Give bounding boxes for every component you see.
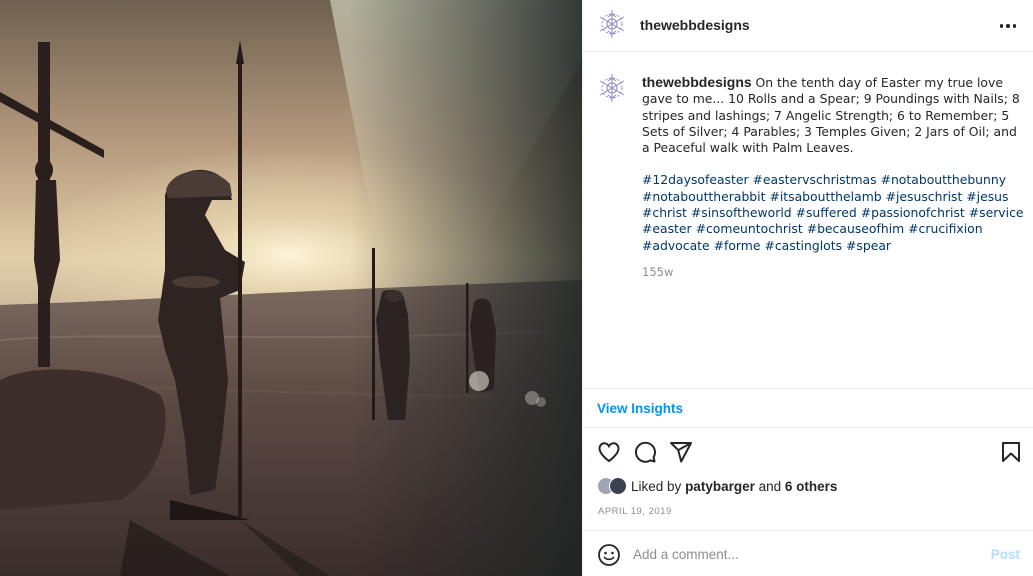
hashtag-link[interactable]: #suffered xyxy=(796,205,857,220)
hashtag-link[interactable]: #christ xyxy=(642,205,687,220)
hashtag-link[interactable]: #comeuntochrist xyxy=(696,221,803,236)
hashtag-link[interactable]: #eastervschristmas xyxy=(753,172,877,187)
hashtag-link[interactable]: #service xyxy=(969,205,1024,220)
post-age: 155w xyxy=(642,265,674,279)
avatar[interactable] xyxy=(596,8,628,40)
caption-avatar[interactable] xyxy=(596,72,628,104)
likes-text: Liked by patybarger and 6 others xyxy=(631,479,837,494)
share-icon[interactable] xyxy=(669,440,693,464)
hashtag-link[interactable]: #12daysofeaster xyxy=(642,172,749,187)
hashtag-link[interactable]: #jesuschrist xyxy=(886,189,963,204)
likes-prefix: Liked by xyxy=(631,478,682,494)
emoji-icon[interactable] xyxy=(597,543,621,567)
post-date: APRIL 19, 2019 xyxy=(598,506,672,517)
bookmark-icon[interactable] xyxy=(999,440,1023,464)
snowflake-logo-icon xyxy=(599,74,625,102)
hashtag-link[interactable]: #becauseofhim xyxy=(807,221,905,236)
hashtag-link[interactable]: #passionofchrist xyxy=(861,205,965,220)
liker-username[interactable]: patybarger xyxy=(685,479,755,494)
post-comment-button[interactable]: Post xyxy=(991,547,1020,562)
caption: thewebbdesigns On the tenth day of Easte… xyxy=(642,74,1026,254)
snowflake-logo-icon xyxy=(599,10,625,38)
hashtag-link[interactable]: #easter xyxy=(642,221,692,236)
hashtag-link[interactable]: #sinsoftheworld xyxy=(691,205,792,220)
hashtag-link[interactable]: #castinglots xyxy=(764,238,842,253)
hashtag-link[interactable]: #forme xyxy=(714,238,761,253)
caption-username[interactable]: thewebbdesigns xyxy=(642,74,752,90)
post-detail-panel: thewebbdesigns thewebbdesigns On the ten… xyxy=(582,0,1033,576)
likes-others-link[interactable]: 6 others xyxy=(785,479,838,494)
hashtag-link[interactable]: #jesus xyxy=(966,189,1008,204)
likes-summary: Liked by patybarger and 6 others xyxy=(597,475,837,497)
view-insights-link[interactable]: View Insights xyxy=(597,401,683,416)
more-options-icon[interactable] xyxy=(996,14,1020,38)
hashtag-link[interactable]: #crucifixion xyxy=(908,221,982,236)
hashtag-link[interactable]: #notaboutthebunny xyxy=(881,172,1007,187)
comment-input[interactable]: Add a comment... xyxy=(633,547,739,562)
hashtag-link[interactable]: #advocate xyxy=(642,238,710,253)
likes-and: and xyxy=(758,478,782,494)
hashtag-link[interactable]: #itsaboutthelamb xyxy=(769,189,881,204)
header-username[interactable]: thewebbdesigns xyxy=(640,17,750,33)
hashtag-list: #12daysofeaster #eastervschristmas #nota… xyxy=(642,172,1026,253)
hashtag-link[interactable]: #spear xyxy=(846,238,891,253)
action-bar xyxy=(583,432,1033,472)
post-image[interactable] xyxy=(0,0,582,576)
caption-section: thewebbdesigns On the tenth day of Easte… xyxy=(583,52,1033,388)
liker-avatar[interactable] xyxy=(609,477,627,495)
comment-icon[interactable] xyxy=(633,440,657,464)
insights-bar: View Insights xyxy=(583,388,1033,428)
hashtag-link[interactable]: #notabouttherabbit xyxy=(642,189,765,204)
comment-box: Add a comment... Post xyxy=(583,530,1033,576)
post-header: thewebbdesigns xyxy=(583,0,1033,52)
heart-icon[interactable] xyxy=(597,440,621,464)
